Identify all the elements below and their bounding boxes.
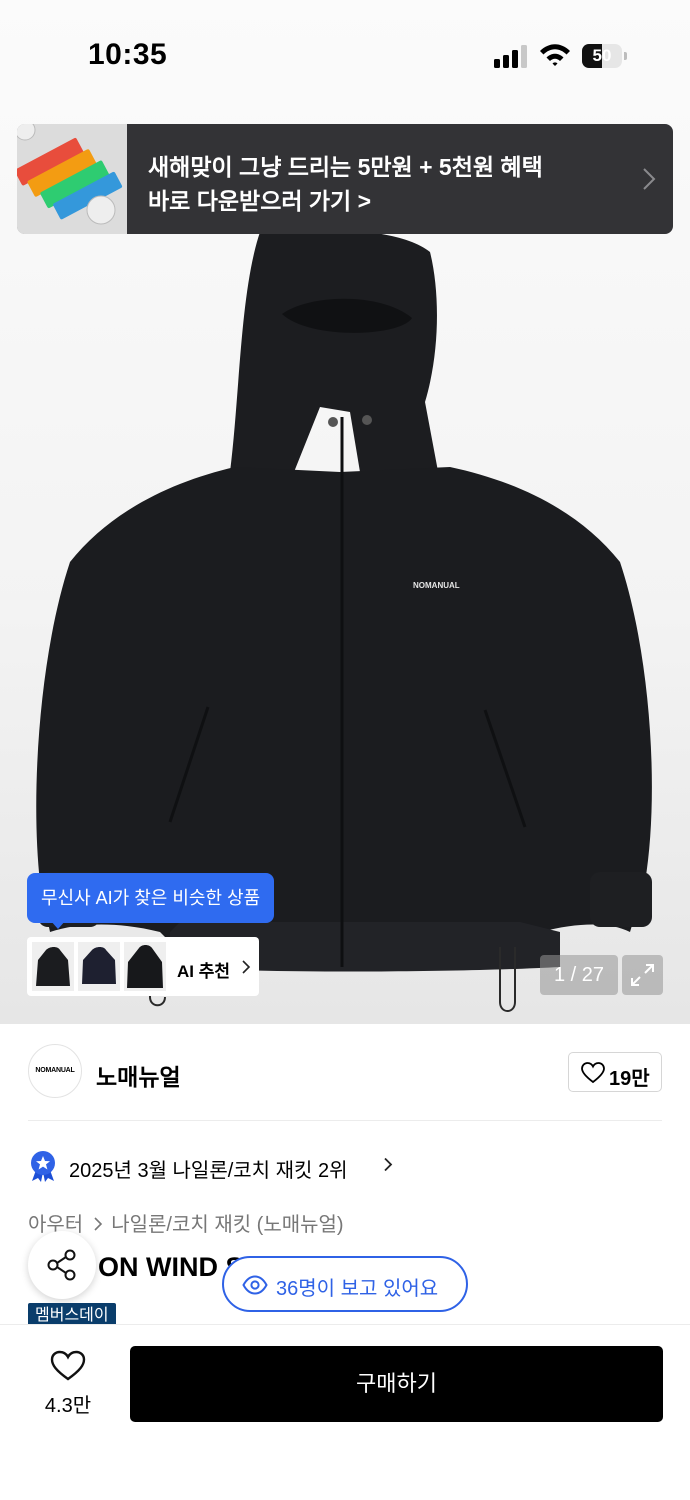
heart-icon[interactable] (50, 1350, 86, 1382)
viewers-indicator: 36명이 보고 있어요 (222, 1256, 468, 1312)
brand-like-button[interactable]: 19만 (568, 1052, 662, 1092)
wish-count: 4.3만 (44, 1395, 92, 1417)
breadcrumb-item[interactable]: 나일론/코치 재킷 (노매뉴얼) (111, 1208, 343, 1237)
promo-banner[interactable]: 새해맞이 그냥 드리는 5만원 + 5천원 혜택 바로 다운받으러 가기 > (17, 124, 673, 234)
chevron-right-icon (94, 1217, 103, 1231)
brand-row: NOMANUAL 노매뉴얼 19만 (0, 1024, 690, 1120)
buy-button[interactable]: 구매하기 (130, 1346, 663, 1422)
ai-recommend-button[interactable]: AI 추천 (27, 937, 259, 996)
battery-level: 50 (592, 46, 612, 65)
ai-similar-tooltip: 무신사 AI가 찾은 비슷한 상품 (27, 873, 275, 923)
expand-icon (631, 964, 654, 986)
chevron-right-icon (242, 960, 251, 974)
ranking-text: 2025년 3월 나일론/코치 재킷 2위 (69, 1160, 348, 1182)
share-icon (47, 1249, 76, 1281)
chevron-right-icon (384, 1157, 393, 1172)
eye-icon (242, 1275, 268, 1295)
brand-like-count: 19만 (609, 1068, 650, 1090)
heart-icon (581, 1062, 605, 1084)
promo-headline: 새해맞이 그냥 드리는 5만원 + 5천원 혜택 (148, 154, 543, 180)
expand-button[interactable] (622, 955, 663, 995)
breadcrumb: 아우터 나일론/코치 재킷 (노매뉴얼) (28, 1208, 344, 1237)
promo-thumbnail (17, 124, 127, 234)
status-time: 10:35 (88, 38, 168, 71)
chevron-right-icon (643, 168, 656, 190)
tooltip-tail (50, 920, 66, 929)
jacket-logo-text: NOMANUAL (413, 581, 460, 590)
bottom-action-bar: 4.3만 구매하기 (0, 1324, 690, 1500)
ai-thumb-3 (124, 942, 166, 991)
battery-icon: 50 (582, 44, 628, 68)
viewers-text: 36명이 보고 있어요 (276, 1278, 439, 1300)
brand-name[interactable]: 노매뉴얼 (96, 1058, 181, 1092)
image-counter: 1 / 27 (540, 955, 618, 995)
cellular-signal-icon (494, 45, 527, 68)
ranking-badge-icon (31, 1151, 55, 1182)
divider (28, 1120, 662, 1121)
wifi-icon (540, 44, 570, 66)
promo-link-text[interactable]: 바로 다운받으러 가기 > (148, 182, 371, 216)
brand-logo[interactable]: NOMANUAL (28, 1044, 82, 1098)
share-button[interactable] (28, 1231, 96, 1299)
ai-recommend-label: AI 추천 (177, 962, 231, 981)
status-bar: 10:35 50 (0, 0, 690, 110)
product-image-area[interactable]: NOMANUAL 10:35 50 새해맞이 그냥 드리는 5만원 + 5천원 … (0, 0, 690, 1024)
ai-thumb-2 (78, 942, 120, 991)
ai-thumb-1 (32, 942, 74, 991)
